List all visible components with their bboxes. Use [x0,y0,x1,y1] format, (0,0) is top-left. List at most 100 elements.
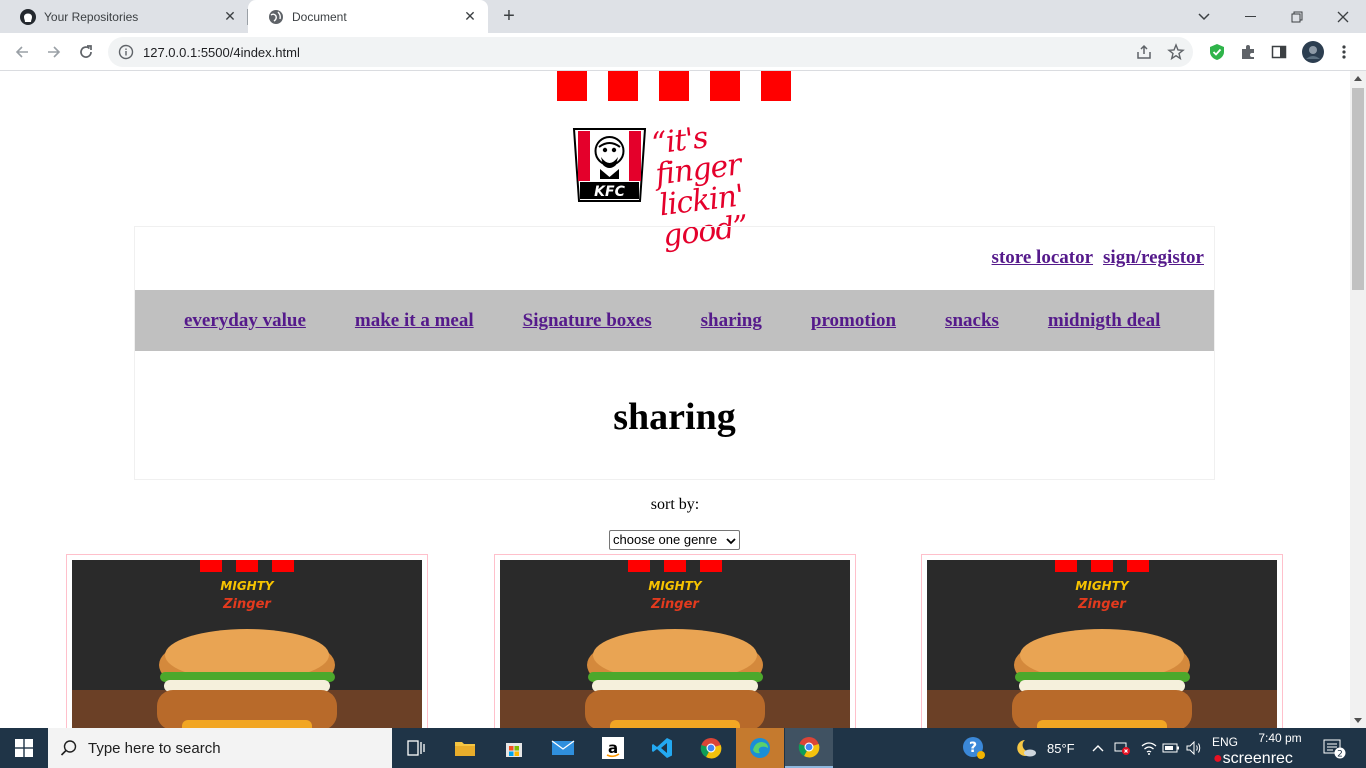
genre-select-value: choose one genre [613,532,718,547]
windows-start-button[interactable] [0,728,48,768]
red-stripe [761,71,791,101]
microsoft-store-icon[interactable] [490,728,538,768]
page-scrollbar[interactable] [1350,71,1366,728]
close-tab-icon[interactable]: ✕ [460,7,480,27]
reload-icon[interactable] [72,38,100,66]
scroll-down-arrow-icon[interactable] [1354,718,1362,723]
svg-text:2: 2 [1337,750,1343,760]
svg-text:Zinger: Zinger [1077,597,1127,612]
extensions-puzzle-icon[interactable] [1238,42,1258,62]
product-card[interactable]: MIGHTY Zinger [66,554,428,728]
kfc-logo: KFC “it's finger lickin' good” [572,120,782,254]
product-card[interactable]: MIGHTY Zinger [921,554,1283,728]
browser-toolbar: 127.0.0.1:5500/4index.html [0,33,1366,71]
network-error-icon[interactable] [1114,728,1132,768]
page-title: sharing [613,396,736,438]
chevron-down-icon [726,533,736,550]
svg-text:a: a [608,739,618,757]
windows-taskbar: Type here to search a ? 85°F ENG 7:40 pm… [0,728,1366,768]
clock-time[interactable]: 7:40 pm [1255,731,1305,745]
sign-register-link[interactable]: sign/registor [1103,247,1204,269]
close-tab-icon[interactable]: ✕ [220,7,240,27]
menu-snacks[interactable]: snacks [945,310,999,332]
chrome-icon[interactable] [687,728,735,768]
screenrec-text: screenrec [1222,750,1293,767]
address-bar[interactable]: 127.0.0.1:5500/4index.html [108,37,1193,67]
svg-text:MIGHTY: MIGHTY [220,579,274,593]
volume-icon[interactable] [1186,728,1202,768]
category-menu: everyday value make it a meal Signature … [135,290,1214,351]
svg-text:Zinger: Zinger [222,597,272,612]
scrollbar-thumb[interactable] [1352,88,1364,290]
top-links: store locator sign/registor [992,247,1204,269]
chevron-up-icon[interactable] [1092,728,1104,768]
tab-document[interactable]: Document ✕ [248,0,488,33]
burger-image: MIGHTY Zinger [72,560,422,728]
chrome-menu-icon[interactable] [1334,42,1354,62]
menu-midnight-deal[interactable]: midnigth deal [1048,310,1160,332]
menu-sharing[interactable]: sharing [701,310,762,332]
tab-search-icon[interactable] [1181,0,1227,33]
tab-your-repositories[interactable]: Your Repositories ✕ [0,0,248,33]
site-info-icon[interactable] [118,44,134,65]
red-stripe [659,71,689,101]
file-explorer-icon[interactable] [441,728,489,768]
product-card[interactable]: MIGHTY Zinger [494,554,856,728]
menu-make-it-a-meal[interactable]: make it a meal [355,310,474,332]
red-stripe [710,71,740,101]
vscode-icon[interactable] [638,728,686,768]
help-icon[interactable]: ? [962,728,986,768]
profile-avatar[interactable] [1301,40,1325,64]
minimize-button[interactable] [1228,0,1274,33]
page-viewport: KFC “it's finger lickin' good” store loc… [0,71,1350,728]
kfc-bucket-logo: KFC [572,128,647,202]
url-text: 127.0.0.1:5500/4index.html [143,45,300,60]
menu-everyday-value[interactable]: everyday value [184,310,306,332]
scroll-up-arrow-icon[interactable] [1354,76,1362,81]
chrome-active-icon[interactable] [785,728,833,768]
github-icon [20,8,36,25]
shield-extension-icon[interactable] [1207,42,1227,62]
task-view-icon[interactable] [392,728,440,768]
tab-strip: Your Repositories ✕ Document ✕ + [0,0,1366,33]
screenrec-watermark: ●screenrec [1213,750,1293,767]
burger-image: MIGHTY Zinger [500,560,850,728]
new-tab-button[interactable]: + [498,6,520,28]
red-stripe [608,71,638,101]
burger-image: MIGHTY Zinger [927,560,1277,728]
svg-text:?: ? [969,740,977,756]
bookmark-star-icon[interactable] [1167,43,1185,66]
store-locator-link[interactable]: store locator [992,247,1093,269]
mail-icon[interactable] [539,728,587,768]
genre-select[interactable]: choose one genre [609,530,740,550]
side-panel-icon[interactable] [1269,42,1289,62]
svg-text:MIGHTY: MIGHTY [1075,579,1129,593]
edge-icon[interactable] [736,728,784,768]
weather-temperature[interactable]: 85°F [1047,728,1075,768]
back-icon[interactable] [8,38,36,66]
nav-panel: store locator sign/registor everyday val… [134,226,1215,480]
tab-title: Document [292,9,347,24]
weather-moon-icon[interactable] [1015,728,1037,768]
forward-icon[interactable] [40,38,68,66]
share-icon[interactable] [1135,43,1153,66]
close-window-button[interactable] [1320,0,1366,33]
red-stripe [557,71,587,101]
kfc-brand-text: KFC [594,184,625,200]
sort-label: sort by: [650,496,700,513]
tab-title: Your Repositories [44,9,139,24]
search-placeholder: Type here to search [88,740,221,757]
wifi-icon[interactable] [1141,728,1157,768]
battery-icon[interactable] [1162,728,1180,768]
restore-button[interactable] [1274,0,1320,33]
menu-promotion[interactable]: promotion [811,310,896,332]
amazon-icon[interactable]: a [589,728,637,768]
menu-signature-boxes[interactable]: Signature boxes [523,310,652,332]
globe-icon [268,9,284,25]
search-icon [60,739,78,762]
notification-center-icon[interactable]: 2 [1322,728,1346,768]
svg-text:MIGHTY: MIGHTY [648,579,702,593]
taskbar-search-box[interactable]: Type here to search [48,728,392,768]
kfc-stripes [557,71,791,101]
svg-text:Zinger: Zinger [650,597,700,612]
